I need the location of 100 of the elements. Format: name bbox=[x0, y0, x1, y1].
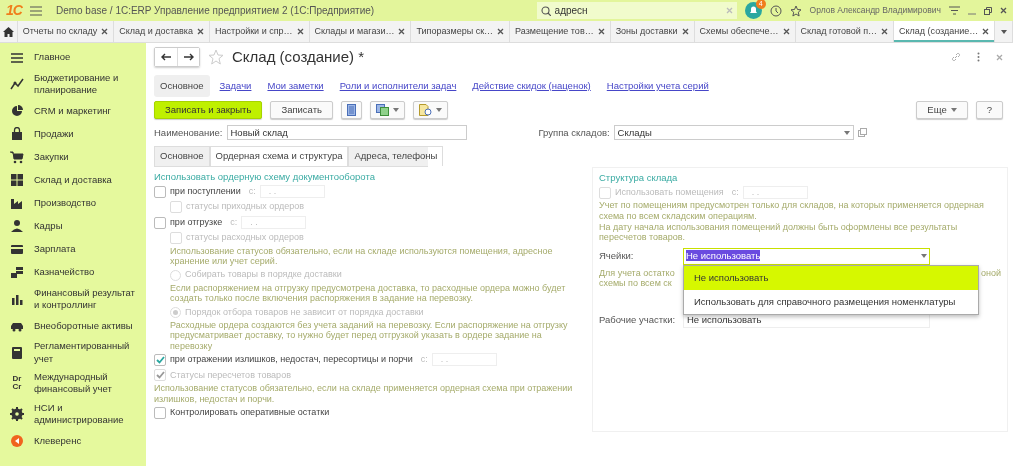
tab[interactable]: Склады и магази… bbox=[309, 21, 412, 42]
documents-icon bbox=[376, 104, 389, 117]
search-field[interactable]: адресн bbox=[536, 2, 737, 19]
tab[interactable]: Типоразмеры ск… bbox=[411, 21, 511, 42]
tab[interactable]: Схемы обеспече… bbox=[694, 21, 796, 42]
field-label: Группа складов: bbox=[538, 125, 610, 140]
option-label: при отгрузке bbox=[170, 215, 223, 229]
tab[interactable]: Настройки и спр… bbox=[210, 21, 310, 42]
bell-icon[interactable] bbox=[744, 2, 762, 19]
logo: 1С bbox=[6, 1, 22, 20]
dr-cr-icon: Dr Cr bbox=[10, 375, 24, 392]
close-icon[interactable] bbox=[497, 28, 505, 35]
close-icon[interactable] bbox=[197, 28, 204, 35]
section-heading: Структура склада bbox=[599, 170, 679, 185]
close-icon[interactable] bbox=[398, 28, 406, 35]
checkbox[interactable] bbox=[154, 406, 166, 419]
name-field[interactable]: Новый склад bbox=[226, 125, 467, 141]
option-label: при отражении излишков, недостач, пересортицы и порчи bbox=[170, 353, 413, 367]
sidebar-item[interactable]: Закупки bbox=[0, 145, 146, 169]
hint-text: схемы по всем ск bbox=[599, 277, 673, 289]
history-icon[interactable] bbox=[769, 4, 782, 17]
sidebar-item[interactable]: Производство bbox=[0, 191, 146, 215]
nav-link[interactable]: Задачи bbox=[213, 75, 258, 98]
nav-link[interactable]: Действие скидок (наценок) bbox=[466, 75, 597, 98]
document-clock-icon bbox=[419, 104, 432, 117]
cells-field[interactable]: Не использовать bbox=[683, 247, 930, 265]
sidebar-item[interactable]: Dr Cr Международный финансовый учет bbox=[0, 368, 146, 399]
checkbox[interactable] bbox=[154, 185, 166, 198]
more-button[interactable]: Еще bbox=[916, 101, 968, 120]
option-label: Контролировать оперативные остатки bbox=[170, 405, 330, 419]
bar-chart-icon bbox=[10, 292, 24, 307]
close-icon[interactable] bbox=[881, 28, 889, 35]
dropdown-option[interactable]: Не использовать bbox=[684, 265, 978, 290]
checkbox[interactable] bbox=[154, 216, 166, 229]
caret-icon bbox=[921, 254, 927, 259]
sidebar-item[interactable]: Зарплата bbox=[0, 237, 146, 261]
tab[interactable]: Ордерная схема и структура bbox=[209, 146, 349, 166]
tab[interactable]: Размещение тов… bbox=[510, 21, 611, 42]
option-label: Порядок отбора товаров не зависит от порядка доставки bbox=[185, 305, 424, 319]
sidebar-item[interactable]: Регламентированный учет bbox=[0, 337, 146, 369]
tab[interactable]: Склад и доставка bbox=[114, 21, 210, 42]
tab[interactable]: Адреса, телефоны bbox=[348, 146, 444, 166]
back-button[interactable] bbox=[155, 48, 177, 66]
nav-link[interactable]: Настройки учета серий bbox=[600, 75, 715, 98]
bag-icon bbox=[10, 127, 24, 142]
hint-text: Учет по помещениям предусмотрен только для складов, на которых применяется ордерная схема по всем складским операциям. bbox=[599, 200, 985, 222]
sidebar-item[interactable]: Склад и доставка bbox=[0, 168, 146, 192]
menu-icon[interactable] bbox=[949, 6, 960, 15]
tab[interactable]: Основное bbox=[154, 146, 210, 166]
field-label: Наименование: bbox=[154, 125, 223, 140]
help-button[interactable]: ? bbox=[975, 101, 1003, 120]
sidebar-item[interactable]: Бюджетирование и планирование bbox=[0, 69, 146, 100]
sidebar-item[interactable]: Главное bbox=[0, 46, 146, 69]
tab[interactable]: Зоны доставки bbox=[610, 21, 695, 42]
window-title: Demo base / 1С:ERP Управление предприятием 2 (1С:Предприятие) bbox=[55, 4, 375, 18]
sidebar-item[interactable]: CRM и маркетинг bbox=[0, 99, 146, 123]
close-icon[interactable] bbox=[296, 28, 304, 35]
star-icon[interactable] bbox=[789, 4, 802, 17]
close-icon[interactable] bbox=[782, 28, 790, 35]
option-label: Использовать помещения bbox=[615, 185, 724, 199]
tab[interactable]: Склад (создание… bbox=[894, 21, 996, 42]
user-name: Орлов Александр Владимирович bbox=[809, 4, 941, 17]
search-input[interactable]: адресн bbox=[554, 3, 722, 18]
close-icon[interactable] bbox=[982, 28, 990, 35]
person-icon bbox=[10, 219, 24, 234]
checkbox[interactable] bbox=[154, 353, 166, 366]
save-and-close-button[interactable]: Записать и закрыть bbox=[154, 101, 263, 120]
caret-icon bbox=[950, 108, 957, 113]
tab[interactable]: Отчеты по складу bbox=[17, 21, 115, 42]
hint-text: Если распоряжением на отгрузку предусмотрена доставка, то расходные ордера можно будет создать только после включения распоряжения в задание на перевозку. bbox=[170, 282, 567, 305]
restore-icon[interactable] bbox=[984, 6, 992, 15]
close-icon[interactable] bbox=[101, 28, 109, 35]
group-field[interactable]: Склады bbox=[613, 125, 854, 141]
more-icon[interactable] bbox=[977, 52, 980, 62]
close-icon[interactable] bbox=[681, 28, 689, 35]
nav-link[interactable]: Основное bbox=[154, 75, 210, 98]
report-button[interactable] bbox=[413, 101, 448, 120]
option-label: статусы расходных ордеров bbox=[186, 231, 304, 245]
save-button[interactable]: Записать bbox=[270, 101, 333, 120]
close-icon[interactable] bbox=[597, 28, 605, 35]
home-icon[interactable] bbox=[2, 26, 14, 37]
forward-button[interactable] bbox=[177, 48, 199, 66]
nav-link[interactable]: Мои заметки bbox=[261, 75, 330, 98]
section-heading: Использовать ордерную схему документооборота bbox=[154, 169, 376, 184]
nav-link[interactable]: Роли и исполнители задач bbox=[333, 75, 463, 98]
sidebar-item[interactable]: Внеоборотные активы bbox=[0, 314, 146, 338]
factory-icon bbox=[10, 196, 24, 211]
circle-logo-icon bbox=[10, 433, 24, 448]
sidebar-item[interactable]: Клеверенс bbox=[0, 429, 146, 453]
sidebar-item[interactable]: Финансовый результат и контроллинг bbox=[0, 283, 146, 315]
tabs-menu-icon[interactable] bbox=[1000, 29, 1007, 34]
dropdown-option[interactable]: Использовать для справочного размещения номенклатуры bbox=[684, 289, 978, 315]
sidebar-item[interactable]: Продажи bbox=[0, 122, 146, 146]
sidebar-item[interactable]: Кадры bbox=[0, 214, 146, 238]
date-label: с: bbox=[248, 184, 256, 198]
sidebar-item[interactable]: Казначейство bbox=[0, 260, 146, 284]
list-button[interactable] bbox=[341, 101, 362, 120]
close-icon[interactable] bbox=[1000, 7, 1007, 14]
copy-button[interactable] bbox=[370, 101, 405, 120]
sidebar-item[interactable]: НСИ и администрирование bbox=[0, 398, 146, 430]
